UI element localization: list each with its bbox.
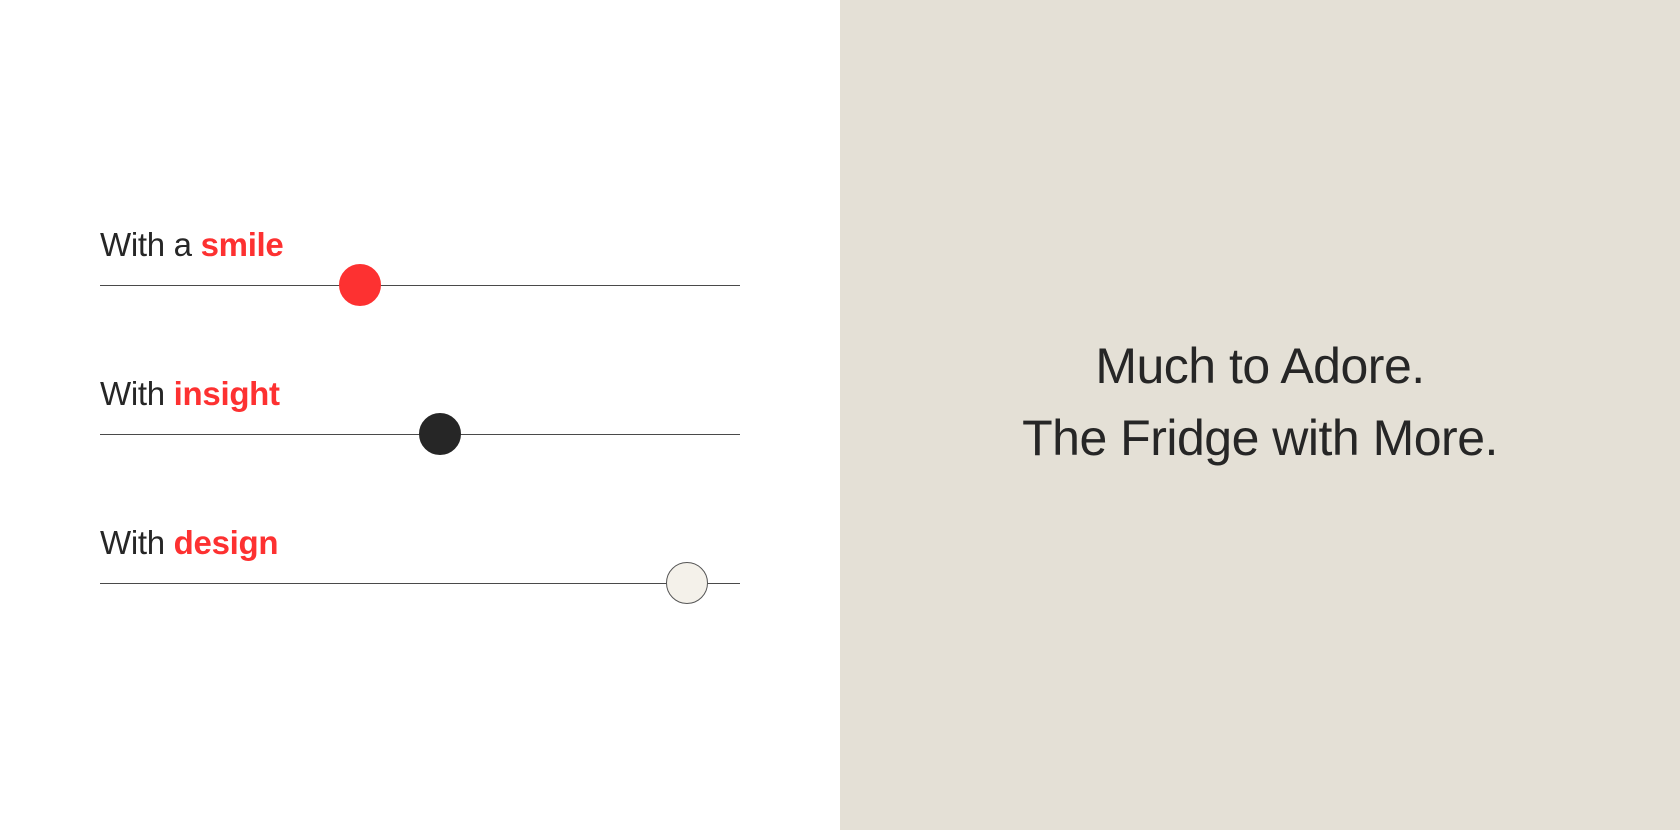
insight-label-prefix: With: [100, 375, 174, 412]
slider-panel: With a smile With insight With design: [0, 0, 840, 830]
insight-slider-label: With insight: [100, 374, 280, 414]
smile-label-prefix: With a: [100, 226, 201, 263]
smile-slider-track[interactable]: [100, 264, 740, 306]
design-slider-label: With design: [100, 523, 279, 563]
headline: Much to Adore. The Fridge with More.: [840, 330, 1680, 474]
smile-slider: With a smile: [100, 225, 740, 315]
design-slider-track[interactable]: [100, 562, 740, 604]
headline-panel: Much to Adore. The Fridge with More.: [840, 0, 1680, 830]
insight-slider-track[interactable]: [100, 413, 740, 455]
insight-label-emphasis: insight: [173, 375, 280, 412]
smile-label-emphasis: smile: [200, 226, 284, 263]
insight-slider-thumb[interactable]: [418, 413, 461, 455]
design-slider: With design: [100, 523, 740, 613]
design-slider-thumb[interactable]: [665, 562, 708, 604]
design-label-emphasis: design: [173, 524, 279, 561]
insight-slider: With insight: [100, 374, 740, 464]
smile-slider-label: With a smile: [100, 225, 284, 265]
headline-line-2: The Fridge with More.: [1022, 410, 1498, 466]
headline-line-1: Much to Adore.: [1095, 338, 1425, 394]
smile-slider-thumb[interactable]: [338, 264, 381, 306]
design-label-prefix: With: [100, 524, 174, 561]
